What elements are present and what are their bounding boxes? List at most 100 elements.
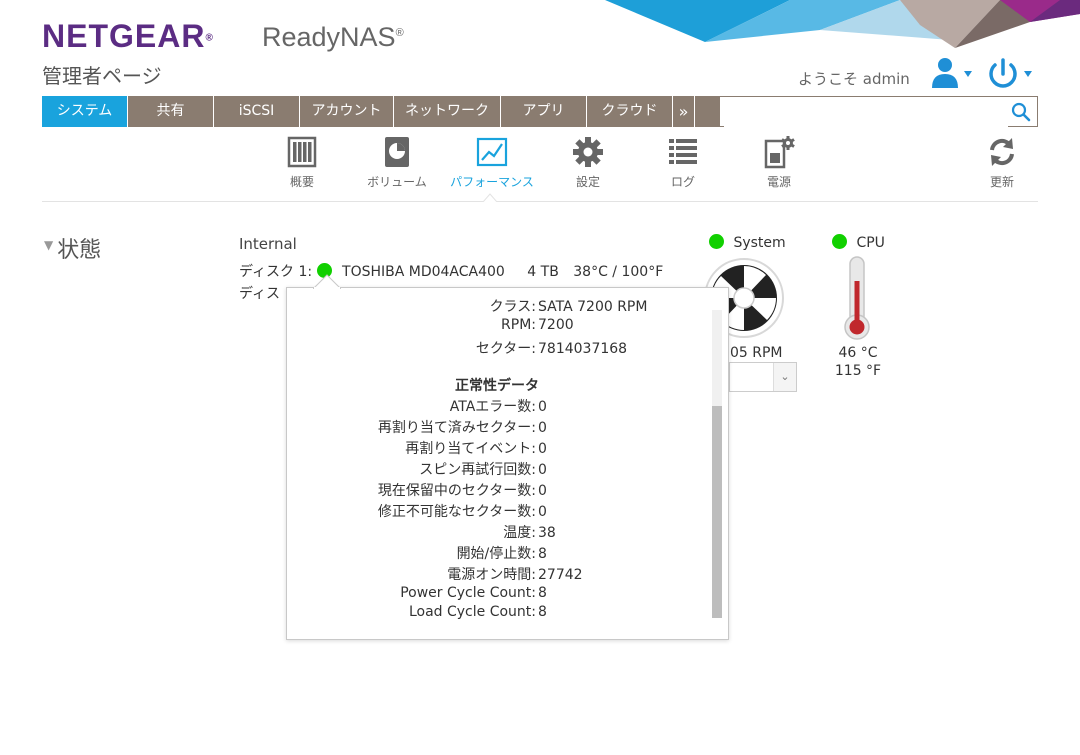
popup-key: スピン再試行回数: [419, 462, 536, 478]
popup-key: 温度: [503, 525, 536, 541]
product-label: ReadyNAS [262, 22, 396, 52]
page-title: 管理者ページ [42, 64, 162, 88]
tab-network[interactable]: ネットワーク [394, 96, 501, 127]
power-settings-icon [764, 136, 795, 169]
thermometer-icon [844, 256, 870, 340]
cpu-temp-celsius: 46 °C [838, 345, 878, 361]
active-tab-caret [483, 193, 497, 202]
subnav-overview[interactable]: 概要 [257, 135, 347, 190]
popup-value: 0 [538, 483, 547, 499]
subnav-label: 概要 [289, 175, 314, 189]
tab-cloud[interactable]: クラウド [587, 96, 673, 127]
popup-key: 再割り当て済みセクター: [377, 420, 536, 436]
cpu-indicator: CPU [832, 234, 885, 251]
disk-label: ディス [239, 286, 281, 302]
system-indicator: System [709, 234, 786, 251]
disk-label: ディスク 1: [239, 264, 313, 280]
tab-system[interactable]: システム [42, 96, 128, 127]
cpu-status-dot [832, 234, 847, 249]
power-icon [989, 58, 1032, 88]
popup-row-class: クラス: SATA 7200 RPM [287, 296, 707, 316]
main-nav: システム 共有 iSCSI アカウント ネットワーク アプリ クラウド » [42, 96, 1038, 127]
popup-value: 8 [538, 604, 547, 620]
tab-shares[interactable]: 共有 [128, 96, 214, 127]
netgear-logo: NETGEAR® [42, 18, 214, 55]
subnav-label: 電源 [766, 175, 791, 189]
popup-key: 修正不可能なセクター数: [377, 504, 536, 520]
subnav-performance[interactable]: パフォーマンス [447, 135, 537, 190]
subnav-volume[interactable]: ボリューム [352, 135, 442, 190]
refresh-icon [990, 138, 1014, 166]
tab-iscsi[interactable]: iSCSI [214, 96, 300, 127]
subnav-update[interactable]: 更新 [957, 135, 1047, 190]
popup-row: 温度: 38 [287, 522, 707, 542]
cpu-label: CPU [856, 235, 885, 251]
popup-row: 開始/停止数: 8 [287, 543, 707, 563]
disk-row[interactable]: ディス [239, 283, 280, 303]
fan-rpm: 05 RPM [730, 345, 783, 361]
subnav-label: 設定 [575, 175, 600, 189]
scrollbar-thumb[interactable] [712, 406, 722, 618]
subnav-label: 更新 [989, 175, 1014, 189]
subnav-label: ボリューム [367, 175, 427, 189]
popup-key: クラス: [489, 299, 536, 315]
section-title-label: 状態 [57, 238, 102, 263]
fan-select-dropdown[interactable]: ⌄ [729, 362, 797, 392]
power-menu-button[interactable] [986, 56, 1038, 92]
subnav-power[interactable]: 電源 [734, 135, 824, 190]
popup-key: Load Cycle Count: [408, 604, 536, 620]
popup-row: 再割り当てイベント: 0 [287, 438, 707, 458]
subnav-logs[interactable]: ログ [638, 135, 728, 190]
product-registered-mark: ® [395, 27, 404, 39]
disk-row[interactable]: ディスク 1: TOSHIBA MD04ACA400 4 TB 38°C / 1… [239, 261, 663, 281]
search-input[interactable] [724, 98, 1008, 127]
popup-key: 開始/停止数: [456, 546, 536, 562]
chevron-down-icon: ⌄ [773, 363, 796, 391]
popup-key: 電源オン時間: [447, 567, 536, 583]
popup-value: 38 [538, 525, 556, 541]
system-label: System [733, 235, 786, 251]
popup-row: Load Cycle Count: 8 [287, 604, 707, 620]
popup-row: 修正不可能なセクター数: 0 [287, 501, 707, 521]
popup-row: 現在保留中のセクター数: 0 [287, 480, 707, 500]
popup-value: 0 [538, 504, 547, 520]
popup-key: RPM: [501, 317, 536, 333]
popup-row: スピン再試行回数: 0 [287, 459, 707, 479]
popup-value: 0 [538, 441, 547, 457]
tab-apps[interactable]: アプリ [501, 96, 587, 127]
log-list-icon [669, 139, 697, 164]
popup-scrollbar[interactable] [712, 310, 722, 618]
popup-value: 8 [538, 546, 547, 562]
header-decoration [605, 0, 1080, 48]
performance-chart-icon [476, 137, 508, 167]
subnav-settings[interactable]: 設定 [543, 135, 633, 190]
popup-value: 7200 [538, 317, 574, 333]
popup-row: Power Cycle Count: 8 [287, 585, 707, 601]
search-icon[interactable] [1011, 102, 1031, 122]
status-section-toggle[interactable]: ▼ 状態 [44, 232, 101, 264]
popup-key: 現在保留中のセクター数: [377, 483, 536, 499]
internal-group-label: Internal [239, 235, 297, 253]
disk-temperature: 38°C / 100°F [573, 264, 664, 280]
popup-key: ATAエラー数: [449, 399, 536, 415]
popup-arrow [313, 274, 341, 289]
logo-registered-mark: ® [205, 32, 214, 44]
user-icon [932, 58, 972, 88]
popup-value: 0 [538, 462, 547, 478]
popup-value: 0 [538, 399, 547, 415]
popup-value: 27742 [538, 567, 583, 583]
popup-row: RPM: 7200 [287, 317, 707, 333]
tab-accounts[interactable]: アカウント [300, 96, 394, 127]
logo-text: NETGEAR [42, 18, 206, 54]
nav-more-button[interactable]: » [673, 96, 695, 127]
popup-row: ATAエラー数: 0 [287, 396, 707, 416]
disk-details-popup: クラス: SATA 7200 RPM RPM: 7200 セクター: 78140371… [286, 287, 729, 640]
overview-icon [287, 136, 317, 168]
popup-row: 電源オン時間: 27742 [287, 564, 707, 584]
subnav-label: パフォーマンス [450, 175, 534, 189]
volume-icon [385, 137, 409, 167]
user-menu-button[interactable] [930, 56, 976, 92]
disk-size: 4 TB [527, 264, 559, 280]
popup-row: 再割り当て済みセクター: 0 [287, 417, 707, 437]
popup-key: 再割り当てイベント: [405, 441, 536, 457]
